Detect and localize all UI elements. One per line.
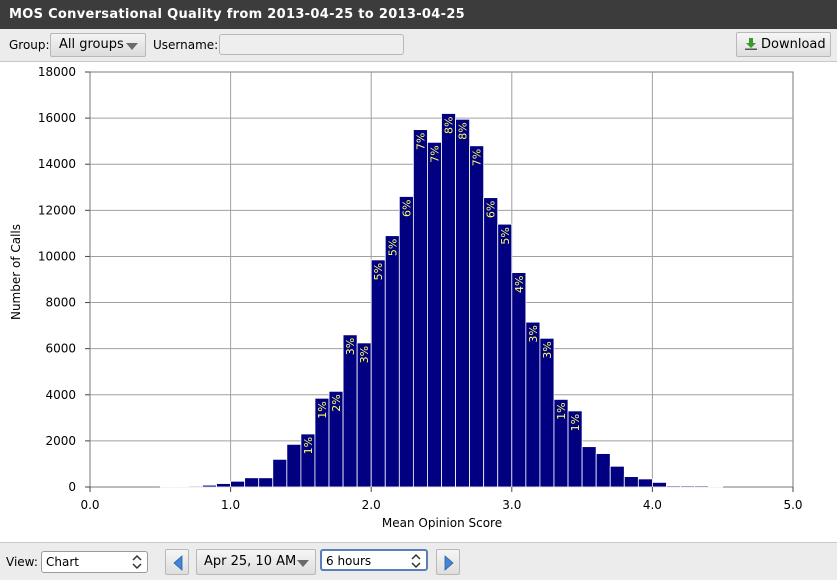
bar-percent-label: 6% bbox=[400, 200, 413, 217]
updown-arrows-icon bbox=[411, 553, 421, 569]
bar-percent-label: 6% bbox=[485, 201, 498, 218]
histogram-chart: 1% 1% 2% 3% 3% 5% 5% 6% 7% 7% 8% 8% 7% 6% 5% 4% 3% 3% 1% 1%… bbox=[0, 62, 837, 542]
bar-percent-label: 8% bbox=[443, 117, 456, 134]
histogram-bar bbox=[216, 483, 231, 488]
histogram-bar bbox=[539, 337, 555, 488]
group-dropdown[interactable]: All groups bbox=[50, 33, 146, 57]
histogram-bar bbox=[370, 259, 386, 488]
histogram-bar bbox=[427, 141, 442, 488]
histogram-bar bbox=[595, 453, 611, 488]
bar-percent-label: 7% bbox=[414, 133, 427, 150]
x-tick-label: 1.0 bbox=[221, 498, 240, 512]
group-dropdown-value: All groups bbox=[59, 37, 124, 52]
range-select-value: 6 hours bbox=[326, 554, 372, 568]
arrow-right-icon bbox=[444, 555, 454, 571]
bar-percent-label: 1% bbox=[302, 437, 315, 454]
histogram-bar bbox=[342, 334, 358, 488]
bottom-bar: View: Chart Apr 25, 10 AM 6 hours bbox=[0, 542, 837, 580]
histogram-bar bbox=[694, 485, 710, 488]
x-tick-label: 3.0 bbox=[502, 498, 521, 512]
download-icon bbox=[745, 38, 757, 50]
bar-percent-label: 1% bbox=[316, 401, 329, 418]
download-button-label: Download bbox=[761, 37, 826, 52]
y-tick-label: 16000 bbox=[38, 111, 76, 125]
username-input[interactable] bbox=[219, 34, 404, 55]
histogram-bar bbox=[525, 321, 541, 488]
window-title: MOS Conversational Quality from 2013-04-… bbox=[0, 0, 837, 29]
histogram-bar bbox=[469, 145, 485, 488]
updown-arrows-icon bbox=[132, 554, 142, 570]
arrow-left-icon bbox=[173, 555, 183, 571]
histogram-bar bbox=[356, 342, 372, 488]
histogram-bar bbox=[497, 223, 513, 488]
bar-percent-label: 3% bbox=[358, 346, 371, 363]
histogram-bar bbox=[398, 196, 414, 488]
x-tick-label: 4.0 bbox=[643, 498, 662, 512]
y-tick-label: 14000 bbox=[38, 157, 76, 171]
view-label: View: bbox=[6, 555, 38, 569]
bar-percent-label: 4% bbox=[513, 276, 526, 293]
x-axis-label: Mean Opinion Score bbox=[382, 516, 502, 530]
bar-percent-label: 7% bbox=[471, 149, 484, 166]
histogram-bar bbox=[230, 480, 246, 488]
range-select[interactable]: 6 hours bbox=[320, 549, 428, 571]
bar-percent-label: 1% bbox=[555, 402, 568, 419]
y-tick-label: 4000 bbox=[45, 388, 76, 402]
histogram-bar bbox=[623, 476, 639, 488]
bar-percent-label: 3% bbox=[344, 338, 357, 355]
histogram-bar bbox=[258, 477, 274, 488]
group-label: Group: bbox=[9, 38, 50, 52]
histogram-bar bbox=[272, 458, 288, 488]
histogram-bar bbox=[483, 197, 499, 488]
histogram-bar bbox=[286, 443, 302, 488]
bar-percent-label: 5% bbox=[499, 227, 512, 244]
histogram-bar bbox=[680, 485, 695, 488]
x-tick-label: 5.0 bbox=[783, 498, 802, 512]
histogram-bar bbox=[202, 484, 217, 488]
date-dropdown-value: Apr 25, 10 AM bbox=[204, 554, 297, 569]
histogram-bar bbox=[609, 465, 625, 488]
y-tick-label: 0 bbox=[68, 480, 76, 494]
histogram-bar bbox=[652, 481, 667, 488]
histogram-bar bbox=[384, 235, 400, 488]
download-button[interactable]: Download bbox=[736, 32, 831, 57]
view-select-value: Chart bbox=[46, 555, 79, 569]
y-tick-label: 8000 bbox=[45, 296, 76, 310]
chevron-down-icon bbox=[297, 560, 309, 567]
histogram-bar bbox=[441, 113, 456, 488]
histogram-bar bbox=[455, 118, 471, 488]
y-tick-label: 10000 bbox=[38, 249, 76, 263]
histogram-bar bbox=[412, 129, 428, 488]
view-select[interactable]: Chart bbox=[41, 551, 148, 573]
y-axis-label: Number of Calls bbox=[9, 224, 23, 320]
bar-percent-label: 1% bbox=[569, 414, 582, 431]
histogram-bar bbox=[666, 485, 681, 488]
bar-percent-label: 5% bbox=[386, 239, 399, 256]
previous-button[interactable] bbox=[165, 549, 189, 575]
y-tick-label: 18000 bbox=[38, 65, 76, 79]
username-label: Username: bbox=[153, 38, 219, 52]
histogram-bar bbox=[188, 485, 203, 488]
bar-percent-label: 3% bbox=[541, 341, 554, 358]
next-button[interactable] bbox=[436, 549, 460, 575]
toolbar: Group: All groups Username: Download bbox=[0, 29, 837, 62]
bar-percent-label: 3% bbox=[527, 325, 540, 342]
y-tick-label: 6000 bbox=[45, 342, 76, 356]
x-tick-label: 0.0 bbox=[80, 498, 99, 512]
histogram-bar bbox=[244, 477, 260, 488]
chevron-down-icon bbox=[126, 43, 138, 50]
histogram-bar bbox=[581, 446, 597, 488]
histogram-bar bbox=[511, 272, 527, 488]
bar-percent-label: 7% bbox=[428, 145, 441, 162]
bar-percent-label: 2% bbox=[330, 394, 343, 411]
y-tick-label: 12000 bbox=[38, 203, 76, 217]
y-tick-label: 2000 bbox=[45, 434, 76, 448]
bar-percent-label: 8% bbox=[457, 122, 470, 139]
histogram-svg: 1%1% 2%3% 3%5%5%6%7%7%8% 8%7%6%5%4%3%3%1%1%… bbox=[9, 65, 803, 530]
histogram-bar bbox=[637, 478, 653, 488]
x-tick-label: 2.0 bbox=[362, 498, 381, 512]
bar-percent-label: 5% bbox=[372, 263, 385, 280]
date-dropdown[interactable]: Apr 25, 10 AM bbox=[196, 549, 316, 575]
